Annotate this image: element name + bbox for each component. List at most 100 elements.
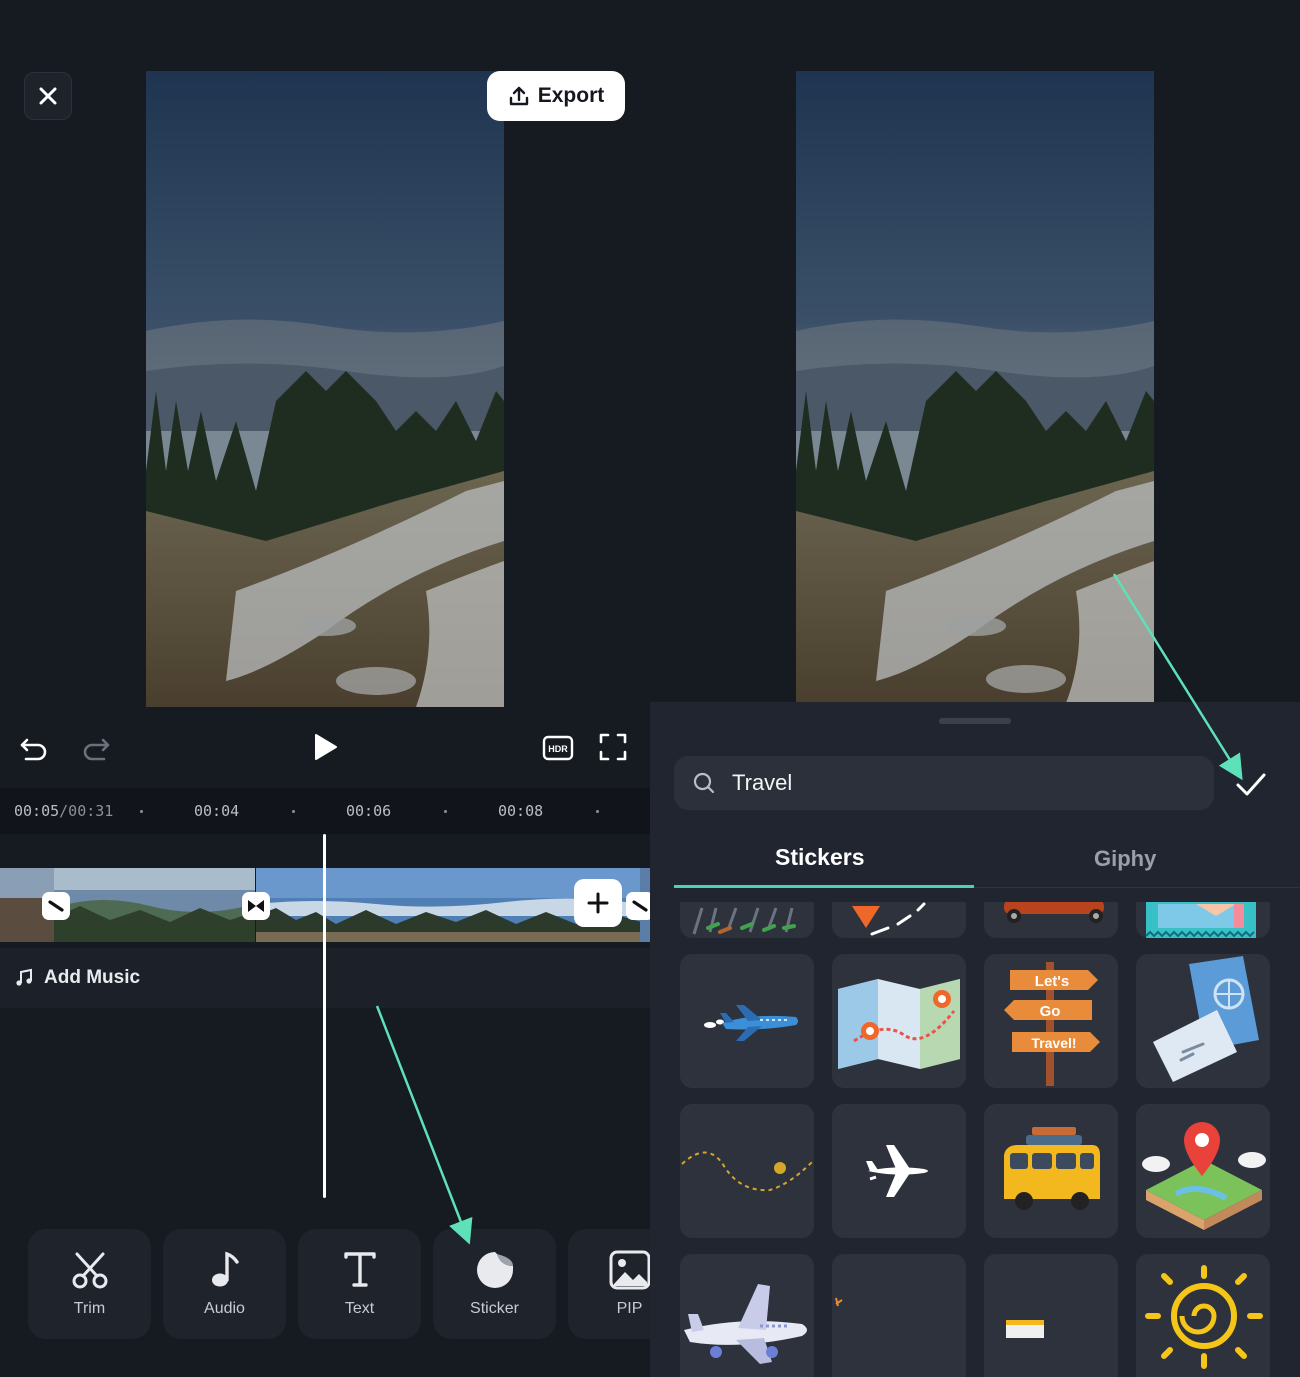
undo-icon — [20, 738, 47, 761]
small-tag-sticker — [1006, 1320, 1044, 1338]
tool-label: PIP — [616, 1300, 643, 1317]
export-button[interactable]: Export — [487, 71, 625, 121]
sticker-item[interactable] — [1136, 1254, 1270, 1377]
active-tab-indicator — [674, 885, 974, 888]
tool-label: Trim — [73, 1300, 106, 1317]
editor-panel: Export HDR 00:05/00:31 00:04 00:06 00:08… — [0, 0, 650, 1377]
confirm-button[interactable] — [1234, 768, 1268, 802]
3d-airplane-sticker — [684, 1284, 807, 1364]
upload-icon — [509, 86, 528, 106]
dotted-path-sticker — [681, 1151, 813, 1192]
hdr-button[interactable]: HDR — [542, 732, 574, 764]
transition-icon — [48, 900, 64, 912]
sticker-icon — [476, 1252, 513, 1288]
sticker-item[interactable] — [680, 902, 814, 938]
sticker-search-bar[interactable] — [674, 756, 1214, 810]
ruler-mark: 00:04 — [194, 802, 240, 820]
transition-button[interactable] — [42, 892, 70, 920]
sticker-item[interactable] — [1136, 1104, 1270, 1238]
search-icon — [693, 772, 715, 794]
scissors-icon — [72, 1252, 107, 1289]
lets-go-travel-sign-sticker: Let's Go Travel! — [1004, 962, 1100, 1086]
sticker-sheet: Stickers Giphy — [650, 702, 1300, 1377]
text-icon — [343, 1252, 376, 1287]
image-icon — [609, 1250, 650, 1290]
current-time: 00:05/00:31 — [14, 802, 114, 820]
trim-button[interactable]: Trim — [28, 1229, 151, 1339]
tab-stickers[interactable]: Stickers — [775, 844, 865, 871]
timeline-ruler[interactable]: 00:05/00:31 00:04 00:06 00:08 — [0, 788, 650, 834]
sticker-item[interactable] — [680, 954, 814, 1088]
tab-giphy[interactable]: Giphy — [1094, 846, 1156, 872]
svg-text:Travel!: Travel! — [1031, 1035, 1076, 1051]
fullscreen-button[interactable] — [598, 732, 628, 762]
walking-feet-sticker — [692, 907, 796, 935]
sticker-item[interactable] — [832, 1254, 966, 1377]
music-note-icon — [211, 1251, 239, 1287]
transition-button[interactable] — [626, 892, 650, 920]
bottom-toolbar: Trim Audio Text Sticker PIP — [28, 1229, 650, 1339]
sticker-item[interactable] — [984, 902, 1118, 938]
postage-stamp-sticker — [1145, 902, 1256, 938]
play-button[interactable] — [310, 732, 340, 762]
add-music-label: Add Music — [44, 967, 141, 988]
tool-label: Audio — [204, 1300, 245, 1317]
yellow-van-sticker — [1004, 1127, 1100, 1210]
blank-sticker — [835, 1297, 843, 1307]
sticker-tabs: Stickers Giphy — [674, 834, 1300, 888]
video-preview[interactable] — [146, 71, 504, 707]
transition-button[interactable] — [242, 892, 270, 920]
plus-icon — [587, 892, 609, 914]
sticker-button[interactable]: Sticker — [433, 1229, 556, 1339]
ruler-mark: 00:08 — [498, 802, 544, 820]
fullscreen-icon — [599, 733, 627, 761]
text-button[interactable]: Text — [298, 1229, 421, 1339]
audio-button[interactable]: Audio — [163, 1229, 286, 1339]
map-pin-path-sticker — [852, 902, 926, 936]
sticker-item[interactable] — [984, 1254, 1118, 1377]
sticker-item[interactable] — [832, 1104, 966, 1238]
sticker-item[interactable] — [1136, 954, 1270, 1088]
checkmark-icon — [1236, 773, 1266, 796]
sticker-item[interactable] — [680, 1254, 814, 1377]
svg-text:Go: Go — [1040, 1003, 1061, 1020]
redo-button[interactable] — [80, 732, 112, 764]
blue-airplane-sticker — [704, 1005, 798, 1041]
3d-map-pin-sticker — [1142, 1122, 1266, 1230]
sticker-item[interactable] — [832, 954, 966, 1088]
sheet-drag-handle[interactable] — [939, 718, 1011, 724]
transition-icon — [248, 900, 264, 912]
pip-button[interactable]: PIP — [568, 1229, 650, 1339]
sticker-grid: Let's Go Travel! — [650, 902, 1300, 1377]
svg-text:Let's: Let's — [1035, 973, 1069, 990]
sticker-item[interactable] — [832, 902, 966, 938]
redo-icon — [83, 738, 110, 761]
close-button[interactable] — [24, 72, 72, 120]
sticker-item[interactable]: Let's Go Travel! — [984, 954, 1118, 1088]
sticker-search-input[interactable] — [732, 770, 1172, 796]
undo-button[interactable] — [18, 732, 50, 764]
tool-label: Text — [344, 1300, 375, 1317]
transition-icon — [632, 900, 648, 912]
white-airplane-sticker — [866, 1145, 928, 1197]
close-icon — [39, 87, 57, 105]
hdr-icon: HDR — [542, 735, 574, 761]
svg-text:HDR: HDR — [548, 744, 568, 754]
video-preview[interactable] — [796, 71, 1154, 703]
car-sticker — [1004, 902, 1104, 923]
sticker-item[interactable] — [984, 1104, 1118, 1238]
music-note-icon — [16, 968, 32, 986]
ruler-mark: 00:06 — [346, 802, 392, 820]
play-icon — [315, 734, 337, 760]
video-clip[interactable] — [0, 868, 255, 942]
add-clip-button[interactable] — [574, 879, 622, 927]
sun-sticker — [1145, 1265, 1263, 1369]
sticker-item[interactable] — [1136, 902, 1270, 938]
playhead[interactable] — [323, 834, 326, 1198]
playback-controls: HDR — [0, 722, 650, 774]
sticker-editor-panel: Stickers Giphy — [650, 0, 1300, 1377]
passport-ticket-sticker — [1153, 956, 1259, 1082]
sticker-item[interactable] — [680, 1104, 814, 1238]
export-label: Export — [537, 84, 605, 107]
map-sticker — [838, 979, 960, 1069]
